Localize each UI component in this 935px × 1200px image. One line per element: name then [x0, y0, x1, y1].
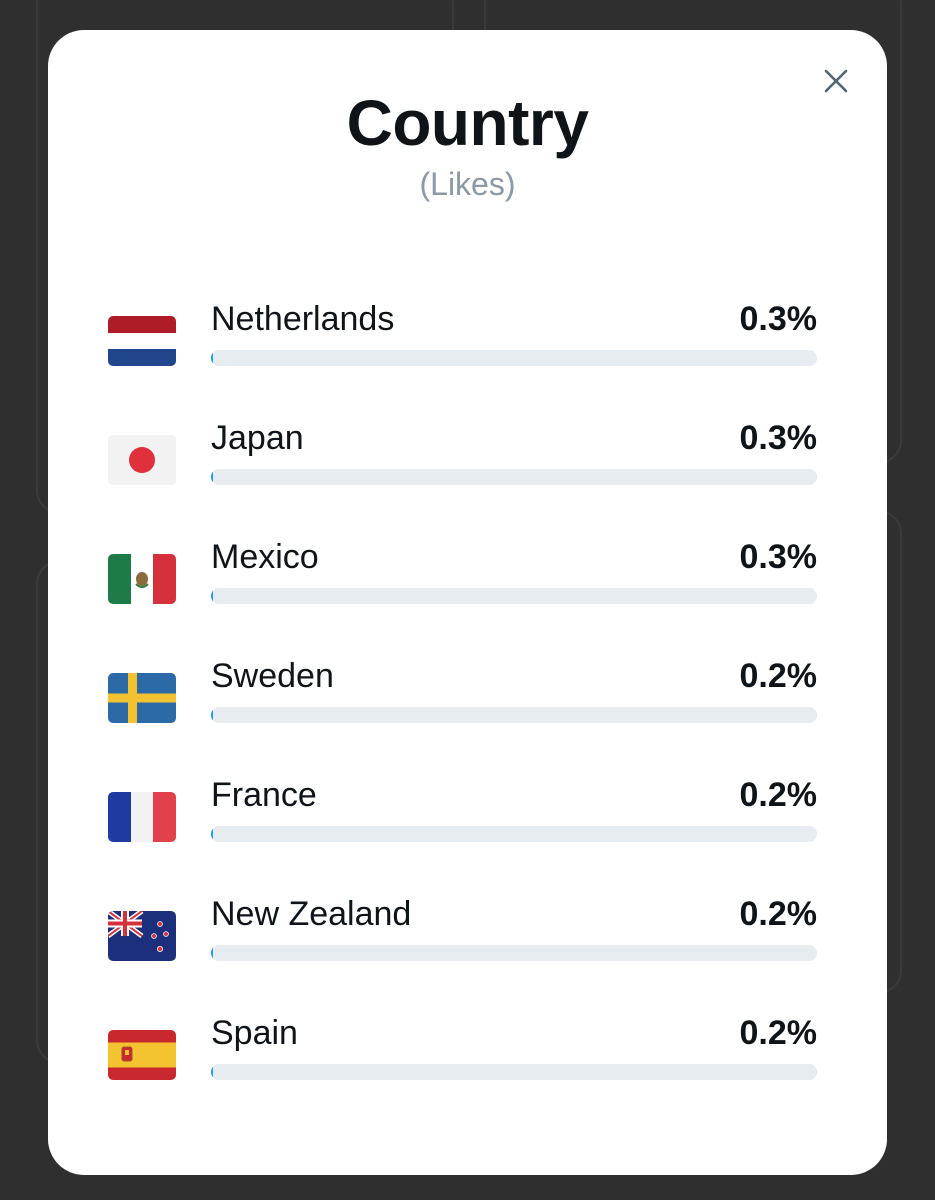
progress-track	[211, 826, 817, 842]
modal-subtitle: (Likes)	[419, 166, 516, 202]
mexico-flag-icon	[108, 554, 176, 604]
country-name: Spain	[211, 1014, 298, 1052]
japan-flag-icon	[108, 435, 176, 485]
france-flag-icon	[108, 792, 176, 842]
progress-track	[211, 945, 817, 961]
country-name: Netherlands	[211, 300, 395, 338]
country-name: New Zealand	[211, 895, 412, 933]
progress-fill	[211, 1064, 213, 1080]
sweden-flag-icon	[108, 673, 176, 723]
country-percentage: 0.2%	[739, 776, 818, 814]
progress-fill	[211, 588, 213, 604]
progress-fill	[211, 945, 213, 961]
country-row-sweden: Sweden 0.2%	[48, 655, 887, 774]
country-list: Netherlands 0.3% Japan 0.3% Mexico 0.3% …	[48, 298, 887, 1131]
country-percentage: 0.2%	[739, 895, 818, 933]
country-name: Japan	[211, 419, 304, 457]
country-name: Sweden	[211, 657, 334, 695]
country-row-spain: Spain 0.2%	[48, 1012, 887, 1131]
progress-fill	[211, 350, 213, 366]
progress-track	[211, 350, 817, 366]
country-likes-modal: Country (Likes) Netherlands 0.3% Japan 0…	[48, 30, 887, 1175]
progress-track	[211, 707, 817, 723]
progress-track	[211, 1064, 817, 1080]
spain-flag-icon	[108, 1030, 176, 1080]
country-percentage: 0.2%	[739, 657, 818, 695]
modal-title: Country	[346, 87, 589, 159]
new-zealand-flag-icon	[108, 911, 176, 961]
netherlands-flag-icon	[108, 316, 176, 366]
country-percentage: 0.3%	[739, 538, 818, 576]
country-row-new-zealand: New Zealand 0.2%	[48, 893, 887, 1012]
country-percentage: 0.3%	[739, 419, 818, 457]
country-percentage: 0.3%	[739, 300, 818, 338]
progress-fill	[211, 826, 213, 842]
country-percentage: 0.2%	[739, 1014, 818, 1052]
country-name: Mexico	[211, 538, 319, 576]
progress-fill	[211, 707, 213, 723]
country-row-mexico: Mexico 0.3%	[48, 536, 887, 655]
country-row-france: France 0.2%	[48, 774, 887, 893]
progress-track	[211, 469, 817, 485]
progress-track	[211, 588, 817, 604]
country-name: France	[211, 776, 317, 814]
country-row-netherlands: Netherlands 0.3%	[48, 298, 887, 417]
country-row-japan: Japan 0.3%	[48, 417, 887, 536]
progress-fill	[211, 469, 213, 485]
